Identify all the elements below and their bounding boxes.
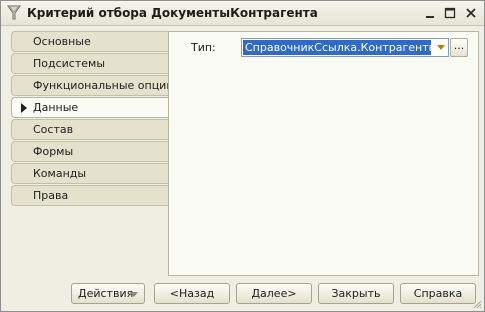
tab-funktsionalnye-optsii[interactable]: Функциональные опции bbox=[11, 75, 173, 96]
type-value: СправочникСсылка.Контрагенты bbox=[243, 40, 431, 55]
close-window-button[interactable] bbox=[463, 5, 479, 21]
tab-dannye[interactable]: Данные bbox=[11, 97, 169, 118]
next-button[interactable]: Далее> bbox=[236, 283, 312, 304]
tab-label: Формы bbox=[33, 145, 74, 158]
close-button[interactable]: Закрыть bbox=[318, 283, 394, 304]
active-tab-arrow-icon bbox=[21, 103, 27, 113]
chevron-down-icon bbox=[130, 292, 138, 297]
close-icon bbox=[466, 8, 476, 18]
minimize-icon bbox=[426, 16, 434, 18]
dialog-window: Критерий отбора ДокументыКонтрагента Осн… bbox=[0, 0, 485, 312]
chevron-down-icon bbox=[436, 45, 445, 50]
type-select-button[interactable]: ... bbox=[450, 38, 468, 57]
title-bar[interactable]: Критерий отбора ДокументыКонтрагента bbox=[1, 1, 484, 26]
tab-label: Основные bbox=[33, 35, 91, 48]
back-button[interactable]: <Назад bbox=[154, 283, 230, 304]
tab-podsistemy[interactable]: Подсистемы bbox=[11, 53, 169, 74]
maximize-button[interactable] bbox=[442, 5, 458, 21]
tab-komandy[interactable]: Команды bbox=[11, 163, 169, 184]
app-logo-icon bbox=[7, 5, 21, 20]
actions-button[interactable]: Действия bbox=[71, 283, 145, 304]
tab-label: Данные bbox=[33, 101, 79, 114]
tab-label: Права bbox=[33, 189, 69, 202]
tab-label: Состав bbox=[33, 123, 74, 136]
tab-sostav[interactable]: Состав bbox=[11, 119, 169, 140]
tab-formy[interactable]: Формы bbox=[11, 141, 169, 162]
tab-content-panel bbox=[168, 31, 479, 276]
tab-label: Функциональные опции bbox=[33, 79, 174, 92]
minimize-button[interactable] bbox=[422, 5, 438, 21]
tab-label: Команды bbox=[33, 167, 87, 180]
resize-grip-icon[interactable] bbox=[472, 299, 482, 309]
type-combobox[interactable]: СправочникСсылка.Контрагенты bbox=[241, 38, 449, 57]
actions-label: Действия bbox=[78, 287, 134, 300]
help-button[interactable]: Справка bbox=[400, 283, 476, 304]
type-dropdown-button[interactable] bbox=[433, 40, 448, 55]
tab-prava[interactable]: Права bbox=[11, 185, 169, 206]
tab-osnovnye[interactable]: Основные bbox=[11, 31, 169, 52]
window-title: Критерий отбора ДокументыКонтрагента bbox=[27, 6, 318, 20]
maximize-icon bbox=[444, 7, 456, 19]
tab-label: Подсистемы bbox=[33, 57, 106, 70]
type-label: Тип: bbox=[191, 41, 216, 54]
